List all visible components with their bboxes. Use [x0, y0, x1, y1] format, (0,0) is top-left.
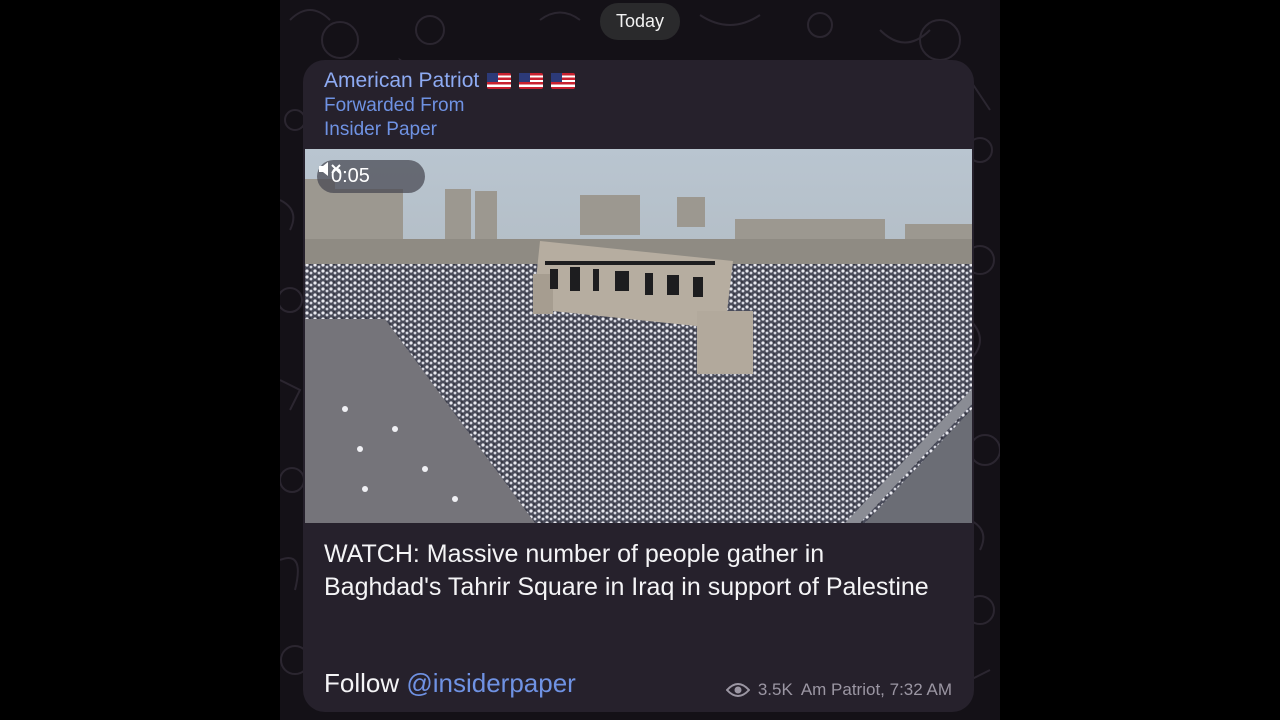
follow-prefix: Follow — [324, 668, 407, 698]
message-meta: 3.5K Am Patriot, 7:32 AM — [725, 680, 952, 700]
forwarded-source-link[interactable]: Insider Paper — [324, 119, 437, 141]
us-flag-icon — [519, 73, 544, 89]
signature-time: Am Patriot, 7:32 AM — [800, 680, 952, 699]
view-count: 3.5K — [757, 680, 793, 699]
us-flag-icon — [487, 73, 512, 89]
video-frame — [305, 149, 972, 523]
eye-icon — [725, 683, 750, 697]
date-separator: Today — [600, 3, 680, 40]
muted-speaker-icon[interactable] — [317, 160, 343, 178]
sender-row[interactable]: American Patriot — [324, 68, 576, 94]
message-bubble[interactable]: American Patriot Forwarded From Insider … — [303, 60, 974, 712]
insiderpaper-link[interactable]: @insiderpaper — [406, 668, 575, 698]
forwarded-label: Forwarded From — [324, 95, 465, 116]
left-letterbox — [0, 0, 280, 720]
video-player[interactable]: 0:05 — [305, 149, 972, 523]
right-letterbox — [1000, 0, 1280, 720]
follow-line: Follow @insiderpaper — [324, 668, 576, 699]
sender-name[interactable]: American Patriot — [324, 69, 479, 93]
message-caption: WATCH: Massive number of people gather i… — [324, 540, 929, 601]
us-flag-icon — [551, 73, 576, 89]
video-timer[interactable]: 0:05 — [317, 160, 425, 193]
